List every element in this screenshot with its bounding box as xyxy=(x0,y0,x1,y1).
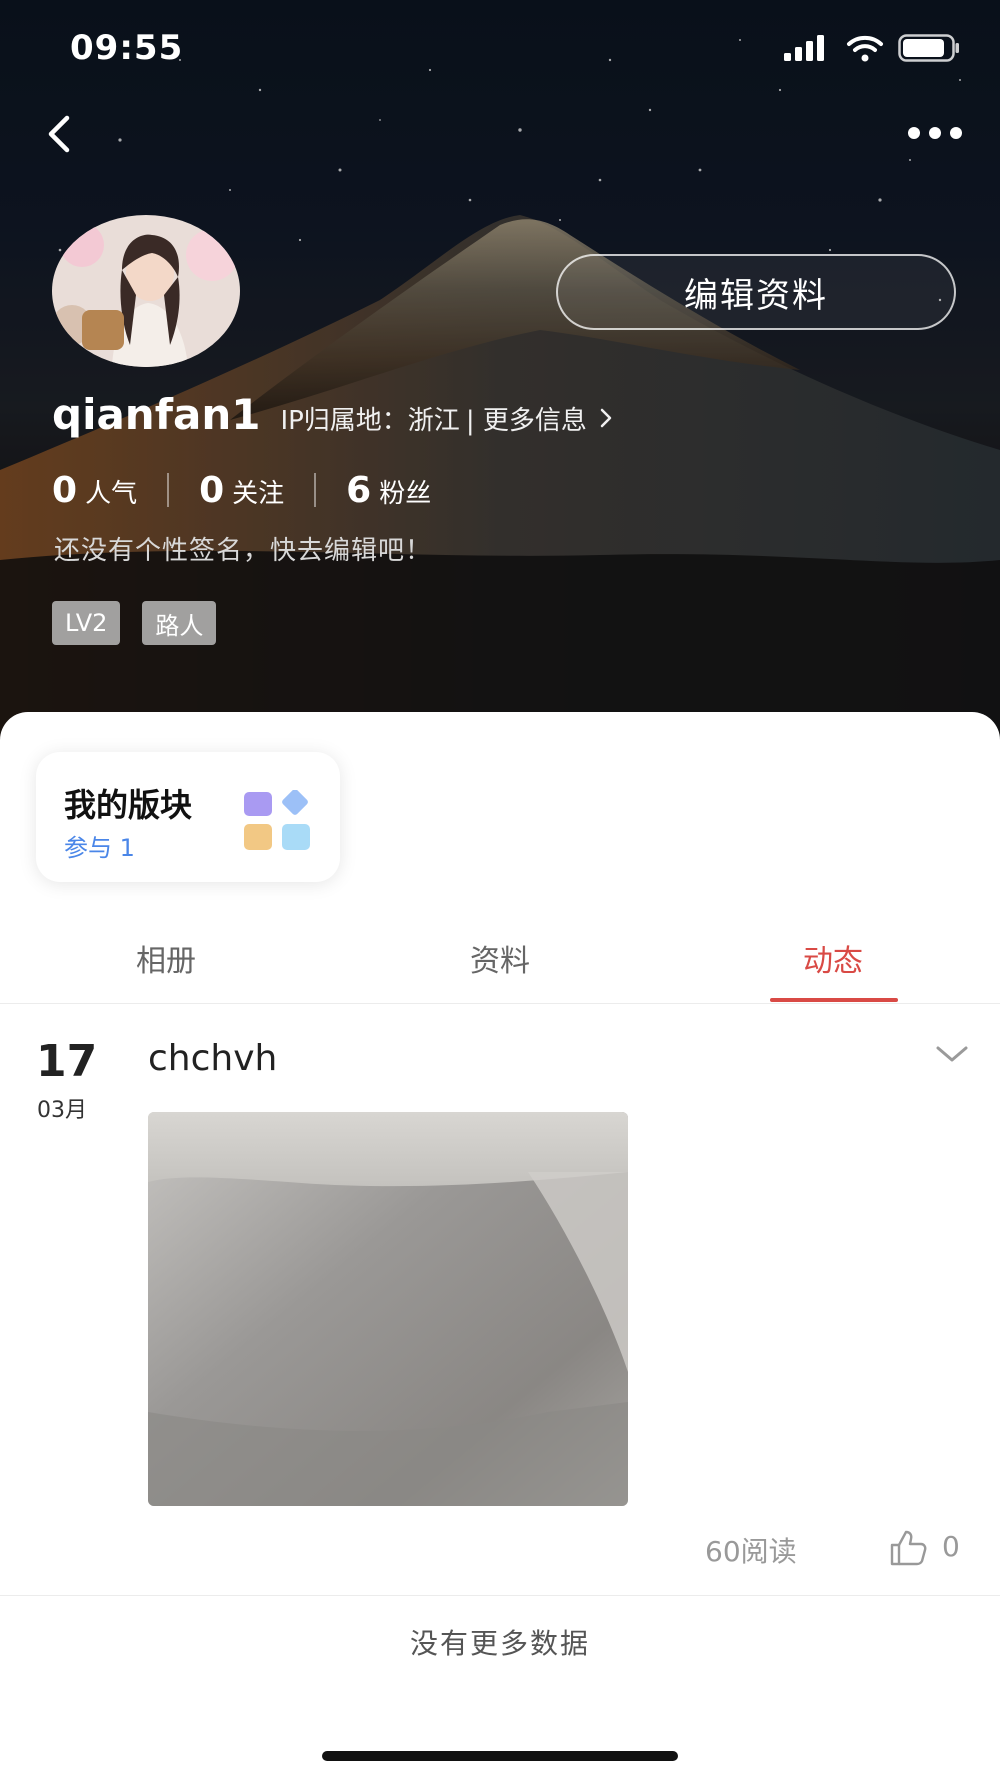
my-boards-card[interactable]: 我的版块 参与 1 xyxy=(36,752,340,882)
stat-number: 0 xyxy=(199,469,225,511)
stat-popularity[interactable]: 0 人气 xyxy=(52,470,137,511)
stats-row: 0 人气 0 关注 6 粉丝 xyxy=(52,465,431,515)
profile-header-background: 09:55 编辑资料 qianfan1 IP归属地：浙江 | 更多信息 0 人气… xyxy=(0,0,1000,740)
home-indicator[interactable] xyxy=(322,1751,678,1761)
no-more-data-text: 没有更多数据 xyxy=(409,1627,590,1660)
post-image[interactable] xyxy=(148,1112,628,1506)
level-badge: LV2 xyxy=(52,601,121,645)
stat-number: 0 xyxy=(52,469,78,511)
wifi-icon xyxy=(847,35,883,62)
status-bar: 09:55 xyxy=(0,0,1000,100)
stat-fans[interactable]: 6 粉丝 xyxy=(346,470,431,511)
username-row: qianfan1 IP归属地：浙江 | 更多信息 xyxy=(52,390,613,439)
chevron-left-icon xyxy=(48,115,70,153)
status-icons xyxy=(784,34,960,62)
stat-divider xyxy=(167,473,170,507)
chevron-down-icon[interactable] xyxy=(932,1040,972,1068)
stat-divider xyxy=(314,473,317,507)
user-tags: LV2 路人 xyxy=(52,601,217,645)
title-badge: 路人 xyxy=(142,601,217,645)
board-title: 我的版块 xyxy=(64,786,193,824)
more-info-label: | 更多信息 xyxy=(465,406,587,436)
post-date-month: 03月 xyxy=(37,1098,87,1123)
avatar-image xyxy=(52,215,240,367)
signal-icon xyxy=(784,35,824,61)
tab-activity[interactable]: 动态 xyxy=(753,936,913,980)
stat-following[interactable]: 0 关注 xyxy=(199,470,284,511)
stat-label: 关注 xyxy=(232,478,285,509)
post-date-day: 17 xyxy=(36,1036,98,1087)
grid-blocks-icon xyxy=(244,790,310,850)
back-button[interactable] xyxy=(28,104,88,164)
profile-tabs: 相册 资料 动态 xyxy=(0,900,1000,1004)
chevron-right-icon xyxy=(600,408,612,428)
battery-icon xyxy=(898,34,959,62)
edit-profile-button[interactable]: 编辑资料 xyxy=(556,254,956,330)
post-like-count: 0 xyxy=(942,1530,960,1563)
avatar[interactable] xyxy=(52,215,240,367)
divider xyxy=(0,1595,1000,1596)
post-read-count: 60阅读 xyxy=(705,1535,797,1568)
username: qianfan1 xyxy=(52,390,261,439)
more-info-link[interactable]: | 更多信息 xyxy=(466,400,613,437)
blurred-photo xyxy=(148,1112,628,1506)
board-participation: 参与 1 xyxy=(64,834,135,862)
signature-text[interactable]: 还没有个性签名，快去编辑吧！ xyxy=(54,530,432,567)
thumbs-up-icon[interactable] xyxy=(888,1528,928,1568)
more-options-button[interactable] xyxy=(900,108,970,158)
stat-label: 人气 xyxy=(85,478,138,509)
post-title[interactable]: chchvh xyxy=(148,1038,277,1079)
stat-number: 6 xyxy=(346,469,372,511)
ellipsis-icon xyxy=(908,127,962,139)
ip-location: IP归属地：浙江 xyxy=(280,406,460,436)
tab-album[interactable]: 相册 xyxy=(86,936,246,980)
stat-label: 粉丝 xyxy=(379,478,432,509)
status-time: 09:55 xyxy=(70,28,184,68)
active-tab-indicator xyxy=(770,998,898,1002)
tab-profile-info[interactable]: 资料 xyxy=(420,936,580,980)
